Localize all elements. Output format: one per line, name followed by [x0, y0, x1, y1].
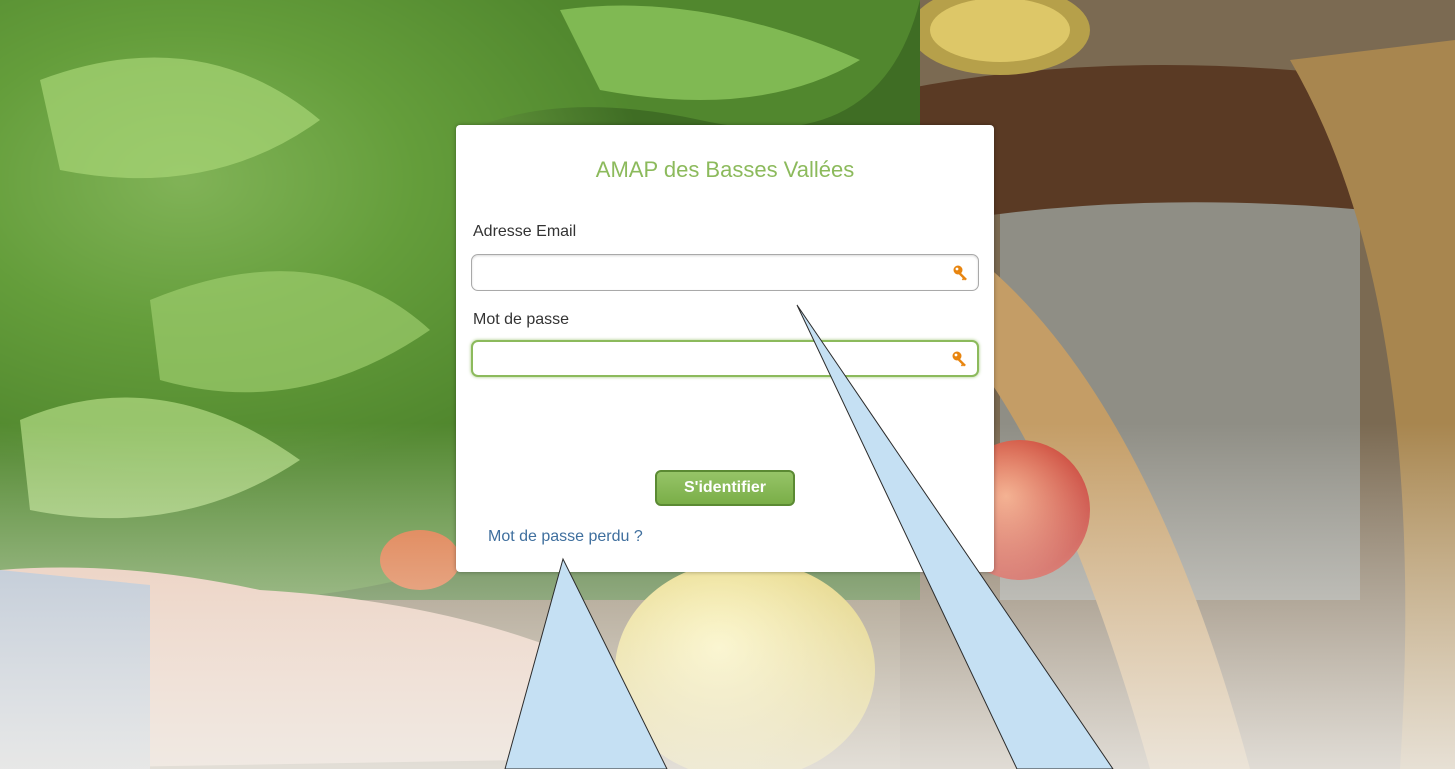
app-title: AMAP des Basses Vallées — [595, 157, 855, 182]
email-field[interactable] — [471, 254, 979, 291]
password-label: Mot de passe — [473, 311, 570, 328]
key-icon[interactable] — [952, 264, 970, 282]
login-button[interactable]: S'identifier — [655, 470, 795, 506]
key-icon[interactable] — [951, 350, 969, 368]
forgot-password-link[interactable]: Mot de passe perdu ? — [488, 528, 643, 546]
password-field[interactable] — [471, 340, 979, 377]
password-input[interactable] — [481, 346, 945, 374]
email-input[interactable] — [480, 259, 944, 287]
email-label: Adresse Email — [473, 223, 577, 240]
login-card: AMAP des Basses Vallées Adresse Email Mo… — [456, 125, 994, 572]
login-page: AMAP des Basses Vallées Adresse Email Mo… — [0, 0, 1455, 769]
